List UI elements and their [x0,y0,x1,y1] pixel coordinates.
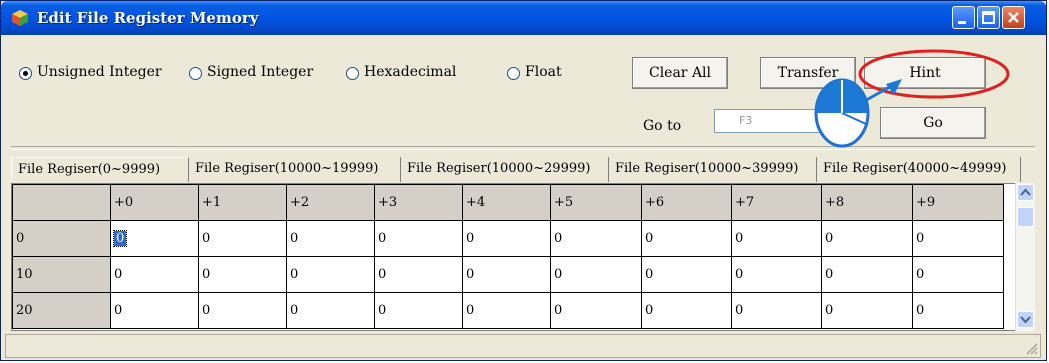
grid-cell[interactable]: 0 [286,256,375,293]
scroll-up-button[interactable] [1017,184,1034,201]
grid-cell[interactable]: 0 [641,256,732,293]
col-header: +3 [374,184,463,221]
col-header: +0 [110,184,199,221]
grid-cell[interactable]: 0 [550,256,642,293]
grid-cell[interactable]: 0 [110,292,199,329]
tab-file-register-30000[interactable]: File Regiser(10000~39999) [609,157,817,182]
title-bar[interactable]: Edit File Register Memory [1,1,1046,35]
register-table: +0 +1 +2 +3 +4 +5 +6 +7 +8 +9 0 0 0 0 0 … [12,184,1004,329]
grid-cell[interactable]: 0 [731,256,822,293]
table-row: 10 0 0 0 0 0 0 0 0 0 0 [12,256,1004,293]
hint-button[interactable]: Hint [864,57,986,89]
tab-file-register-40000[interactable]: File Regiser(40000~49999) [817,157,1021,182]
row-header: 10 [12,256,111,293]
goto-input[interactable]: F3 [714,109,826,133]
separator [11,146,1035,150]
grid-cell[interactable]: 0 [198,220,287,257]
scroll-down-button[interactable] [1017,311,1034,328]
grid-cell[interactable]: 0 [641,220,732,257]
radio-selected-dot [23,71,28,76]
grid-cell[interactable]: 0 [374,256,463,293]
col-header: +4 [462,184,551,221]
goto-label: Go to [643,118,682,134]
grid-cell[interactable]: 0 [198,256,287,293]
col-header: +6 [641,184,732,221]
window-title: Edit File Register Memory [37,9,259,27]
grid-cell[interactable]: 0 [912,220,1004,257]
table-row: 0 0 0 0 0 0 0 0 0 0 0 [12,220,1004,257]
grid-cell[interactable]: 0 [374,292,463,329]
grid-cell[interactable]: 0 [641,292,732,329]
tab-file-register-10000[interactable]: File Regiser(10000~19999) [189,157,401,182]
grid-cell[interactable]: 0 [462,292,551,329]
maximize-icon [982,11,995,24]
grid-cell[interactable]: 0 [821,220,913,257]
header-row: +0 +1 +2 +3 +4 +5 +6 +7 +8 +9 [12,184,1004,221]
edit-file-register-window: Edit File Register Memory Unsigned Integ… [0,0,1047,361]
grid-cell[interactable]: 0 [198,292,287,329]
table-row: 20 0 0 0 0 0 0 0 0 0 0 [12,292,1004,329]
col-header: +5 [550,184,642,221]
tab-file-register-0[interactable]: File Regiser(0~9999) [11,157,189,182]
grid-cell[interactable]: 0 [110,256,199,293]
col-header: +1 [198,184,287,221]
col-header: +9 [912,184,1004,221]
grid-cell[interactable]: 0 [374,220,463,257]
grid-cell[interactable]: 0 [462,220,551,257]
grid-cell[interactable]: 0 [286,292,375,329]
col-header: +7 [731,184,822,221]
tab-file-register-20000[interactable]: File Regiser(10000~29999) [401,157,609,182]
row-header: 20 [12,292,111,329]
row-header: 0 [12,220,111,257]
close-icon [1008,12,1019,23]
resize-grip-icon[interactable] [1024,341,1038,355]
grid-cell[interactable]: 0 [912,256,1004,293]
grid-cell[interactable]: 0 [462,256,551,293]
grid-cell[interactable]: 0 [731,292,822,329]
clear-all-button[interactable]: Clear All [632,57,728,89]
grid-cell[interactable]: 0 [550,220,642,257]
grid-cell[interactable]: 0 [821,292,913,329]
grid-cell[interactable]: 0 [821,256,913,293]
status-bar [5,334,1041,358]
scroll-thumb[interactable] [1017,207,1034,227]
scroll-down-icon [1020,316,1031,324]
grid-cell[interactable]: 0 [731,220,822,257]
corner-cell [12,184,111,221]
scroll-up-icon [1020,188,1031,196]
transfer-button[interactable]: Transfer [760,57,856,89]
go-button[interactable]: Go [880,107,986,139]
close-button[interactable] [1002,6,1025,29]
grid-cell-selected[interactable]: 0 [110,220,199,257]
register-grid[interactable]: +0 +1 +2 +3 +4 +5 +6 +7 +8 +9 0 0 0 0 0 … [11,183,1035,331]
minimize-icon [958,21,966,24]
col-header: +8 [821,184,913,221]
app-cube-icon [12,10,28,26]
minimize-button[interactable] [952,6,975,29]
grid-cell[interactable]: 0 [912,292,1004,329]
col-header: +2 [286,184,375,221]
maximize-button[interactable] [977,6,1000,29]
grid-cell[interactable]: 0 [550,292,642,329]
vertical-scrollbar[interactable] [1015,183,1035,331]
grid-cell[interactable]: 0 [286,220,375,257]
